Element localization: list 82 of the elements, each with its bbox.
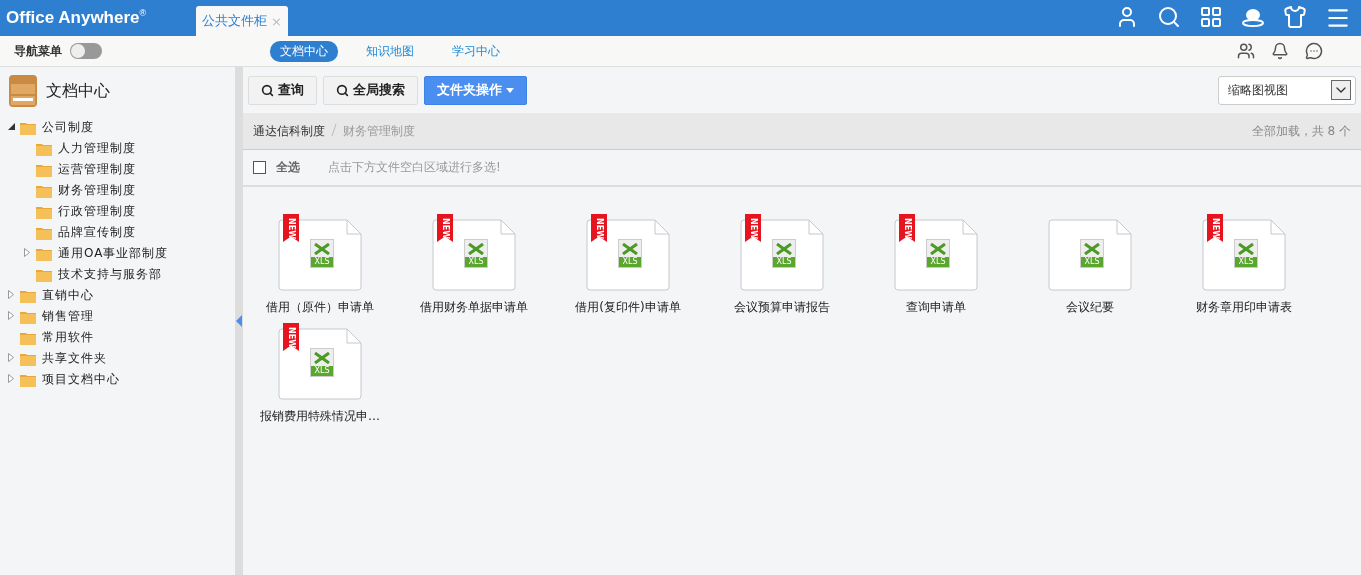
spreadsheet-icon: XLS [772,239,796,268]
spreadsheet-icon: XLS [1234,239,1258,268]
expand-arrow-icon[interactable] [8,311,14,320]
tree-item[interactable]: 技术支持与服务部 [58,266,162,283]
tree-item[interactable]: 行政管理制度 [58,203,136,220]
search-button[interactable]: 查询 [248,75,317,105]
spreadsheet-icon: XLS [310,348,334,377]
folder-icon [20,351,36,366]
app-logo: Office Anywhere$^{®}$ [6,8,148,28]
tree-item[interactable]: 品牌宣传制度 [58,224,136,241]
spreadsheet-icon: XLS [1080,239,1104,268]
folder-icon [36,267,52,282]
sidebar-title: 文档中心 [46,80,110,102]
tree-item[interactable]: 财务管理制度 [58,182,136,199]
new-badge: NEW [1207,214,1223,242]
search-icon [336,83,349,97]
folder-icon [20,288,36,303]
file-name[interactable]: 查询申请单 [906,299,966,316]
new-badge: NEW [437,214,453,242]
folder-icon [20,120,36,135]
folder-icon [36,225,52,240]
expand-arrow-icon[interactable] [24,248,30,257]
folder-icon [20,372,36,387]
breadcrumb-item[interactable]: 通达信科制度 [253,122,325,140]
apps-icon[interactable] [1199,5,1223,29]
new-badge: NEW [745,214,761,242]
tree-item[interactable]: 共享文件夹 [42,350,107,367]
caret-icon [506,87,514,93]
new-badge: NEW [283,323,299,351]
folder-icon [36,141,52,156]
file-name[interactable]: 会议纪要 [1066,299,1114,316]
expand-arrow-icon[interactable] [8,290,14,299]
file-name[interactable]: 会议预算申请报告 [734,299,830,316]
folder-icon [36,246,52,261]
users-icon[interactable] [1237,42,1255,60]
file-count: 全部加载，共 8 个 [1251,122,1351,140]
spreadsheet-icon: XLS [464,239,488,268]
nav-tab[interactable]: 文档中心 [270,40,338,62]
folder-icon [36,204,52,219]
tree-item[interactable]: 通用OA事业部制度 [58,245,169,262]
new-badge: NEW [283,214,299,242]
chat-icon[interactable] [1305,42,1323,60]
file-name[interactable]: 借用(复印件)申请单 [575,299,681,316]
collapse-arrow-icon[interactable] [8,123,15,130]
expand-arrow-icon[interactable] [8,374,14,383]
file-name[interactable]: 报销费用特殊情况申… [260,408,380,425]
file-name[interactable]: 借用（原件）申请单 [266,299,374,316]
expand-arrow-icon[interactable] [8,353,14,362]
folder-icon [20,309,36,324]
spreadsheet-icon: XLS [618,239,642,268]
tree-item[interactable]: 公司制度 [42,119,94,136]
select-all-checkbox[interactable] [253,161,266,174]
spreadsheet-icon: XLS [310,239,334,268]
cabinet-icon [8,74,38,108]
search-icon[interactable] [1157,5,1181,29]
tree-item[interactable]: 人力管理制度 [58,140,136,157]
select-all-label[interactable]: 全选 [276,159,300,176]
folder-icon [20,330,36,345]
file-name[interactable]: 财务章用印申请表 [1196,299,1292,316]
tree-item[interactable]: 运营管理制度 [58,161,136,178]
search-button[interactable]: 全局搜索 [323,75,418,105]
tree-item[interactable]: 直销中心 [42,287,94,304]
view-select[interactable]: 缩略图视图 [1218,75,1356,105]
new-badge: NEW [899,214,915,242]
tree-item[interactable]: 常用软件 [42,329,94,346]
breadcrumb-separator [331,122,337,137]
bell-icon[interactable] [1271,42,1289,60]
nav-menu-label: 导航菜单 [14,42,62,60]
new-badge: NEW [591,214,607,242]
multi-select-hint: 点击下方文件空白区域进行多选! [328,159,501,176]
tree-item[interactable]: 项目文档中心 [42,371,120,388]
folder-icon [36,183,52,198]
spreadsheet-icon: XLS [926,239,950,268]
window-tab[interactable]: 公共文件柜 × [196,6,288,36]
folder-icon [36,162,52,177]
search-icon [261,83,274,97]
nav-tab[interactable]: 学习中心 [442,40,510,62]
nav-tab[interactable]: 知识地图 [356,40,424,62]
file-name[interactable]: 借用财务单据申请单 [420,299,528,316]
shirt-icon[interactable] [1283,5,1307,29]
tree-item[interactable]: 销售管理 [42,308,94,325]
nav-toggle[interactable] [70,43,102,59]
